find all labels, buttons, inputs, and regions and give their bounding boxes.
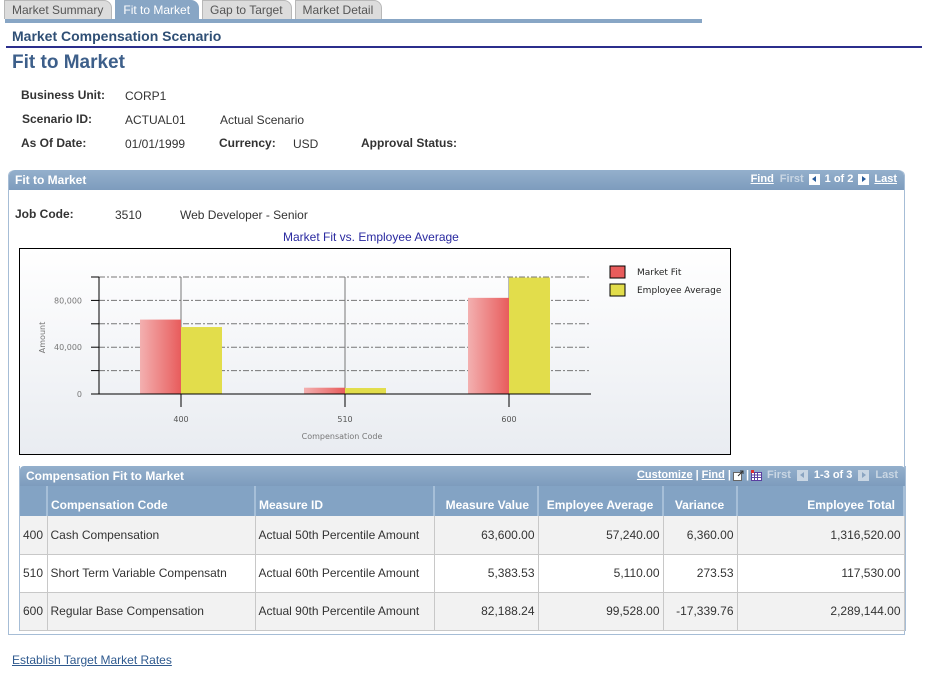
cell-code: 510 [20,554,48,593]
y-axis-label: Amount [38,322,47,353]
view-all-icon[interactable] [732,470,744,481]
grid-last-label: Last [875,469,898,481]
compensation-grid-header: Compensation Fit to Market Customize | Fi… [20,466,905,486]
grid-row-position: 1-3 of 3 [813,469,853,481]
find-link[interactable]: Find [751,173,774,185]
tab-fit-to-market[interactable]: Fit to Market [115,0,200,19]
currency-label: Currency: [219,136,276,150]
currency-value: USD [293,137,319,151]
bar-chart: 0 40,000 80,000 400 510 600 Compensation Code A… [19,248,731,455]
legend-label-employee-average: Employee Average [637,286,722,296]
first-label: First [779,173,804,185]
cell-description: Short Term Variable Compensatn [47,554,256,593]
next-arrow-icon[interactable] [858,173,870,185]
legend-swatch-employee-average [609,283,626,297]
legend-swatch-market-fit [609,265,626,279]
col-header-employee-average[interactable]: Employee Average [538,486,664,516]
tab-bar: Market Summary Fit to Market Gap to Targ… [4,0,385,19]
col-header-variance[interactable]: Variance [663,486,738,516]
cell-measure-id: Actual 90th Percentile Amount [255,592,435,631]
y-tick-label: 80,000 [54,296,82,305]
col-header-measure-value[interactable]: Measure Value [434,486,539,516]
grid-find-link[interactable]: Find [702,469,725,481]
page-title: Fit to Market [12,52,125,73]
cell-measure-value: 63,600.00 [434,516,539,555]
cell-measure-id: Actual 60th Percentile Amount [255,554,435,593]
tab-underline [5,19,702,23]
customize-link[interactable]: Customize [637,469,693,481]
establish-target-market-rates-link[interactable]: Establish Target Market Rates [12,653,172,667]
cell-variance: -17,339.76 [663,592,738,631]
col-header-code [20,486,48,516]
cell-employee-total: 117,530.00 [737,554,905,593]
row-position: 1 of 2 [824,173,854,185]
scenario-id-value: ACTUAL01 [125,113,186,127]
as-of-date-value: 01/01/1999 [125,137,186,151]
grid-title: Compensation Fit to Market [26,469,185,483]
cell-variance: 6,360.00 [663,516,738,555]
y-tick-label: 40,000 [54,343,82,352]
business-unit-label: Business Unit: [21,88,106,102]
cell-measure-value: 82,188.24 [434,592,539,631]
bar-market-fit-510 [304,387,345,394]
bar-employee-average-400 [181,327,222,394]
scenario-description: Actual Scenario [220,113,305,127]
as-of-date-label: As Of Date: [21,136,87,150]
cell-employee-average: 57,240.00 [538,516,664,555]
compensation-table: Compensation Code Measure ID Measure Val… [20,486,905,631]
bar-employee-average-600 [509,277,550,394]
bar-market-fit-600 [468,297,509,394]
chart-title: Market Fit vs. Employee Average [283,230,459,244]
chart-svg: 0 40,000 80,000 400 510 600 Compensation Code A… [38,265,722,441]
cell-employee-total: 2,289,144.00 [737,592,905,631]
business-unit-value: CORP1 [125,89,167,103]
tab-gap-to-target[interactable]: Gap to Target [202,0,292,19]
fit-to-market-group-header: Fit to Market Find First 1 of 2 Last [9,170,904,190]
cell-employee-average: 5,110.00 [538,554,664,593]
tab-market-detail[interactable]: Market Detail [294,0,383,19]
y-tick-label: 0 [77,390,82,399]
page-subtitle: Market Compensation Scenario [12,28,222,44]
compensation-grid: Compensation Fit to Market Customize | Fi… [19,466,906,631]
grid-next-arrow-icon[interactable] [858,469,870,481]
cell-measure-value: 5,383.53 [434,554,539,593]
table-row: 400 Cash Compensation Actual 50th Percen… [20,516,905,555]
job-code-value: 3510 [115,208,142,222]
grid-first-label: First [767,469,791,481]
scenario-id-label: Scenario ID: [22,112,93,126]
grid-navigation: Customize | Find | | First 1-3 of 3 Last [636,469,898,481]
x-axis-label: Compensation Code [302,432,383,441]
x-tick-label: 400 [173,415,188,424]
cell-description: Cash Compensation [47,516,256,555]
approval-status-label: Approval Status: [361,136,458,150]
x-tick-label: 510 [337,415,352,424]
legend-label-market-fit: Market Fit [637,268,682,278]
cell-employee-average: 99,528.00 [538,592,664,631]
group-title: Fit to Market [15,173,87,187]
cell-code: 400 [20,516,48,555]
x-tick-label: 600 [501,415,516,424]
cell-variance: 273.53 [663,554,738,593]
col-header-employee-total[interactable]: Employee Total [737,486,905,516]
job-code-label: Job Code: [15,207,74,221]
cell-employee-total: 1,316,520.00 [737,516,905,555]
col-header-measure-id[interactable]: Measure ID [255,486,435,516]
cell-code: 600 [20,592,48,631]
table-row: 600 Regular Base Compensation Actual 90t… [20,592,905,631]
cell-description: Regular Base Compensation [47,592,256,631]
group-navigation: Find First 1 of 2 Last [748,173,900,185]
job-description: Web Developer - Senior [180,208,308,222]
grid-previous-arrow-icon[interactable] [796,469,808,481]
title-divider [6,46,922,48]
bar-market-fit-400 [140,319,181,394]
tab-market-summary[interactable]: Market Summary [4,0,113,19]
table-header-row: Compensation Code Measure ID Measure Val… [20,486,905,516]
last-link[interactable]: Last [874,173,897,185]
download-spreadsheet-icon[interactable] [751,469,763,481]
table-row: 510 Short Term Variable Compensatn Actua… [20,554,905,593]
col-header-compensation-code[interactable]: Compensation Code [47,486,256,516]
previous-arrow-icon[interactable] [808,173,820,185]
bar-employee-average-510 [345,388,386,394]
cell-measure-id: Actual 50th Percentile Amount [255,516,435,555]
